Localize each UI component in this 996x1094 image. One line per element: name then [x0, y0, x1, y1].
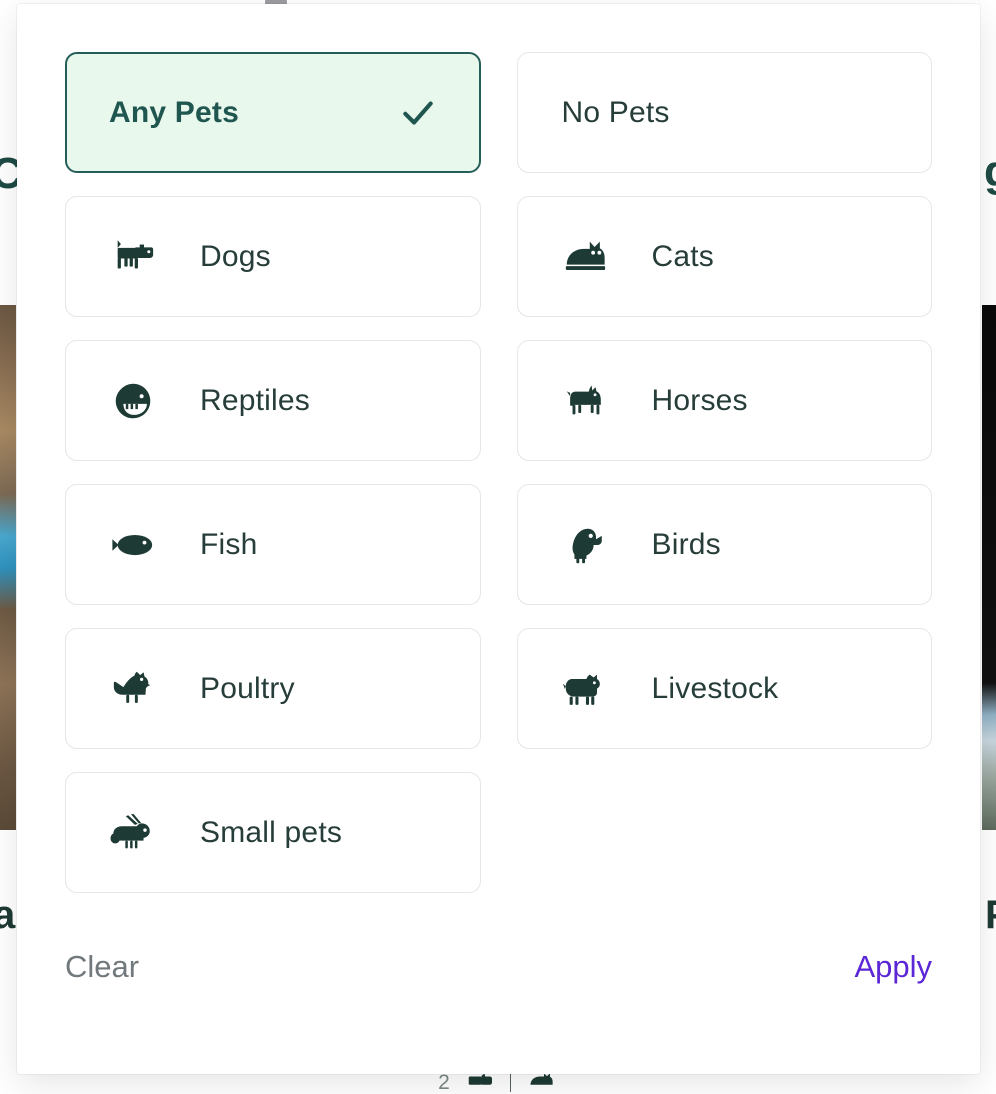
pet-option-any-pets[interactable]: Any Pets — [65, 52, 481, 173]
pet-option-dogs[interactable]: Dogs — [65, 196, 481, 317]
pet-option-reptiles[interactable]: Reptiles — [65, 340, 481, 461]
horse-icon — [562, 378, 608, 424]
dog-icon — [110, 234, 156, 280]
pet-option-label: Any Pets — [109, 98, 239, 128]
rabbit-icon — [110, 810, 156, 856]
poultry-icon — [110, 666, 156, 712]
pet-option-label: Birds — [652, 530, 721, 560]
pet-option-small-pets[interactable]: Small pets — [65, 772, 481, 893]
background-heading-right: g — [984, 150, 996, 194]
apply-button[interactable]: Apply — [854, 951, 932, 982]
pets-filter-body: Any Pets No Pets — [17, 4, 980, 893]
check-icon — [399, 94, 437, 132]
pets-filter-footer: Clear Apply — [17, 893, 980, 1083]
livestock-icon — [562, 666, 608, 712]
pet-option-birds[interactable]: Birds — [517, 484, 933, 605]
bird-icon — [562, 522, 608, 568]
pet-option-label: Poultry — [200, 674, 295, 704]
pet-option-livestock[interactable]: Livestock — [517, 628, 933, 749]
pet-option-label: No Pets — [562, 98, 670, 128]
background-listing-photo-right — [982, 305, 996, 830]
pet-options-grid: Any Pets No Pets — [65, 52, 932, 893]
pet-option-poultry[interactable]: Poultry — [65, 628, 481, 749]
clear-button[interactable]: Clear — [65, 951, 139, 982]
background-text-right-lower: P — [985, 895, 996, 935]
pet-option-cats[interactable]: Cats — [517, 196, 933, 317]
pet-option-label: Small pets — [200, 818, 342, 848]
pets-filter-modal: Any Pets No Pets — [17, 4, 980, 1074]
pet-option-horses[interactable]: Horses — [517, 340, 933, 461]
reptile-icon — [110, 378, 156, 424]
pet-option-fish[interactable]: Fish — [65, 484, 481, 605]
background-listing-photo-left — [0, 305, 16, 830]
pet-option-label: Livestock — [652, 674, 779, 704]
background-text-left-lower: a — [0, 895, 15, 935]
pet-option-no-pets[interactable]: No Pets — [517, 52, 933, 173]
pet-option-label: Horses — [652, 386, 748, 416]
fish-icon — [110, 522, 156, 568]
pet-option-label: Cats — [652, 242, 715, 272]
pet-option-label: Fish — [200, 530, 257, 560]
cat-icon — [562, 234, 608, 280]
pet-option-label: Reptiles — [200, 386, 310, 416]
pet-option-label: Dogs — [200, 242, 271, 272]
